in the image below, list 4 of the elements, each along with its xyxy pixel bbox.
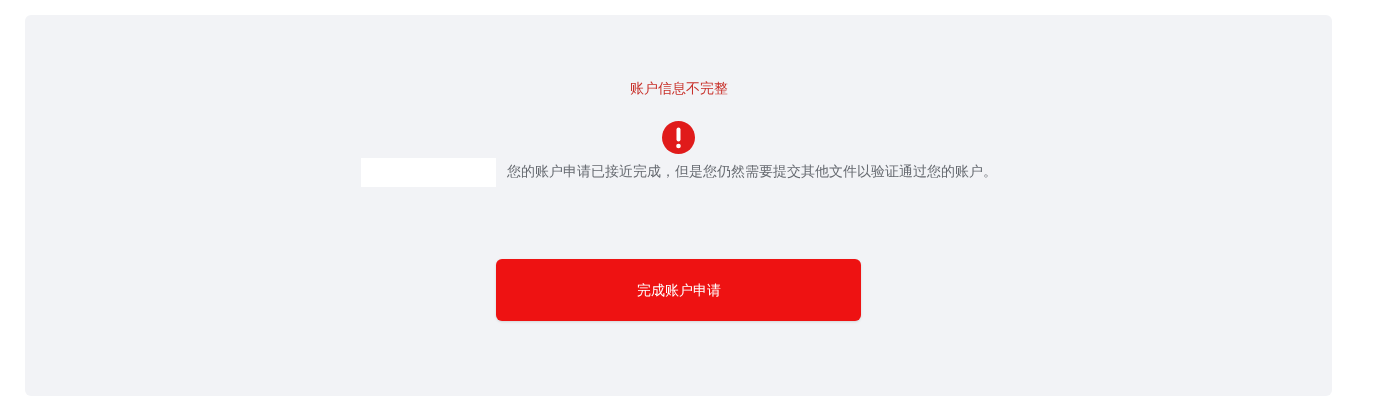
alert-icon xyxy=(662,121,695,154)
complete-application-button[interactable]: 完成账户申请 xyxy=(496,259,861,321)
notice-title: 账户信息不完整 xyxy=(629,79,728,98)
notice-message: 您的账户申请已接近完成，但是您仍然需要提交其他文件以验证通过您的账户。 xyxy=(506,163,997,180)
